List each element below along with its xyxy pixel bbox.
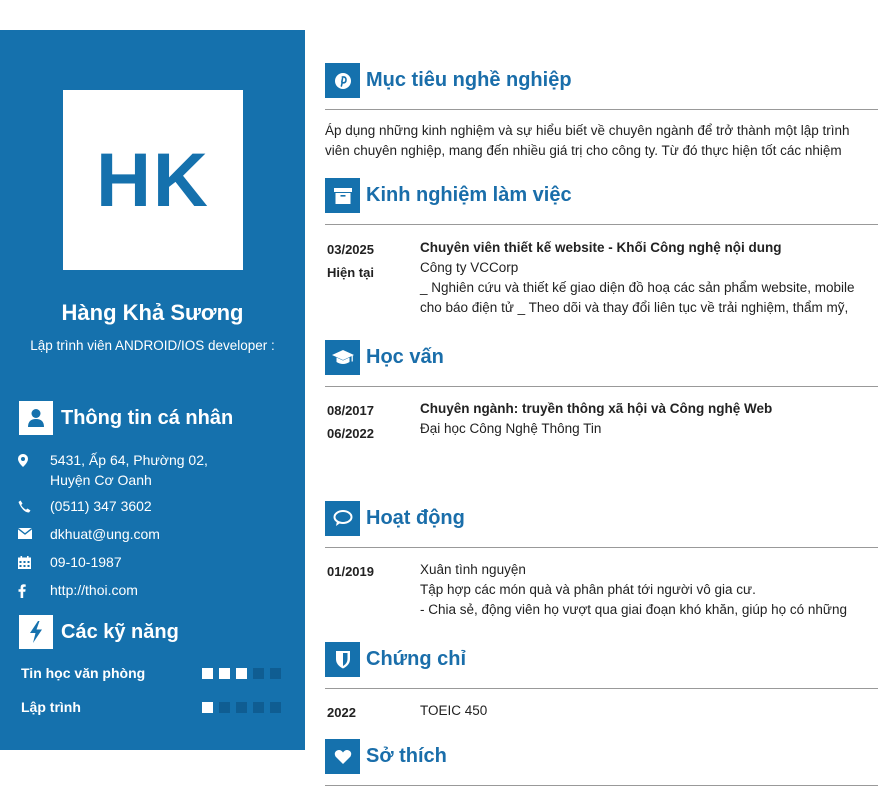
- user-icon: [19, 401, 53, 435]
- activities-title: Hoạt động: [366, 507, 465, 529]
- skill-dot: [202, 667, 213, 679]
- activity-name: Xuân tình nguyện: [420, 562, 526, 577]
- skill-dot: [219, 701, 230, 713]
- candidate-name: Hàng Khả Sương: [61, 300, 244, 325]
- experience-heading: Kinh nghiệm làm việc: [325, 178, 878, 225]
- phone-text: (0511) 347 3602: [50, 498, 152, 514]
- school-name: Đại học Công Nghệ Thông Tin: [420, 421, 602, 436]
- education-major: Chuyên ngành: truyền thông xã hội và Côn…: [420, 401, 773, 416]
- skill-dot: [270, 701, 281, 713]
- candidate-role: Lập trình viên ANDROID/IOS developer :: [30, 338, 275, 353]
- objective-title: Mục tiêu nghề nghiệp: [366, 69, 572, 91]
- skill-label: Tin học văn phòng: [21, 665, 146, 681]
- experience-title: Kinh nghiệm làm việc: [366, 184, 572, 206]
- birthday-row: 09-10-1987: [18, 552, 290, 572]
- speech-bubble-icon: [325, 501, 360, 536]
- graduation-cap-icon: [325, 340, 360, 375]
- date-from: 08/2017: [327, 403, 374, 418]
- calendar-icon: [18, 552, 50, 572]
- skill-rating: [202, 667, 281, 679]
- avatar-initials: HK: [96, 137, 210, 223]
- objective-heading: Mục tiêu nghề nghiệp: [325, 63, 878, 110]
- certificates-title: Chứng chỉ: [366, 648, 467, 670]
- address-row: 5431, Ấp 64, Phường 02, Huyện Cơ Oanh: [18, 450, 290, 490]
- phone-row: (0511) 347 3602: [18, 496, 290, 516]
- main-content: Mục tiêu nghề nghiệp Áp dụng những kinh …: [325, 0, 878, 786]
- sidebar: HK Hàng Khả Sương Lập trình viên ANDROID…: [0, 30, 305, 750]
- skill-dot: [253, 667, 264, 679]
- activities-heading: Hoạt động: [325, 501, 878, 548]
- email-text: dkhuat@ung.com: [50, 526, 160, 542]
- skill-dot: [202, 701, 213, 713]
- birthday-text: 09-10-1987: [50, 554, 122, 570]
- date-from: 03/2025: [327, 242, 374, 257]
- job-position: Chuyên viên thiết kế website - Khối Công…: [420, 240, 782, 255]
- lightning-icon: [19, 615, 53, 649]
- date-to: Hiện tại: [327, 265, 374, 280]
- education-dates: 08/2017 06/2022: [327, 399, 407, 445]
- pinterest-icon: [325, 63, 360, 98]
- personal-info-title: Thông tin cá nhân: [61, 406, 234, 429]
- hobbies-heading: Sở thích: [325, 739, 878, 786]
- hobbies-title: Sở thích: [366, 745, 447, 767]
- personal-info-heading: Thông tin cá nhân: [19, 401, 233, 435]
- education-heading: Học vấn: [325, 340, 878, 387]
- email-row: dkhuat@ung.com: [18, 524, 290, 544]
- skill-dot: [219, 667, 230, 679]
- objective-line: Áp dụng những kinh nghiệm và sự hiểu biế…: [325, 123, 850, 138]
- certificate-year: 2022: [327, 705, 356, 720]
- certificates-heading: Chứng chỉ: [325, 642, 878, 689]
- phone-icon: [18, 496, 50, 516]
- objective-text: Áp dụng những kinh nghiệm và sự hiểu biế…: [325, 121, 878, 161]
- website-link[interactable]: http://thoi.com: [50, 580, 290, 600]
- activity-desc-line: Tập hợp các món quà và phân phát tới ngư…: [420, 582, 756, 597]
- certificate-name: TOEIC 450: [420, 703, 488, 718]
- job-desc-line: _ Nghiên cứu và thiết kế giao diện đồ ho…: [420, 280, 855, 295]
- address-line-1: 5431, Ấp 64, Phường 02,: [50, 452, 208, 468]
- job-desc-line: cho báo điện tử _ Theo dõi và thay đổi l…: [420, 300, 849, 315]
- shield-icon: [325, 642, 360, 677]
- date-to: 06/2022: [327, 426, 374, 441]
- skills-title: Các kỹ năng: [61, 620, 179, 643]
- map-pin-icon: [18, 450, 50, 490]
- education-title: Học vấn: [366, 346, 444, 368]
- skill-dot: [236, 667, 247, 679]
- skill-rating: [202, 701, 281, 713]
- skill-row: Tin học văn phòng: [21, 665, 281, 681]
- activity-date: 01/2019: [327, 564, 374, 579]
- skill-label: Lập trình: [21, 699, 81, 715]
- objective-line: viên chuyên nghiệp, mang đến nhiều giá t…: [325, 143, 842, 158]
- skill-dot: [270, 667, 281, 679]
- envelope-icon: [18, 524, 50, 544]
- heart-icon: [325, 739, 360, 774]
- skills-heading: Các kỹ năng: [19, 615, 179, 649]
- skill-row: Lập trình: [21, 699, 281, 715]
- avatar: HK: [63, 90, 243, 270]
- experience-dates: 03/2025 Hiện tại: [327, 238, 407, 284]
- website-row: http://thoi.com: [18, 580, 290, 600]
- company-name: Công ty VCCorp: [420, 260, 519, 275]
- facebook-icon: [18, 580, 50, 600]
- skill-dot: [236, 701, 247, 713]
- activity-desc-line: - Chia sẻ, động viên họ vượt qua giai đo…: [420, 602, 847, 617]
- skill-dot: [253, 701, 264, 713]
- archive-icon: [325, 178, 360, 213]
- address-line-2: Huyện Cơ Oanh: [50, 472, 152, 488]
